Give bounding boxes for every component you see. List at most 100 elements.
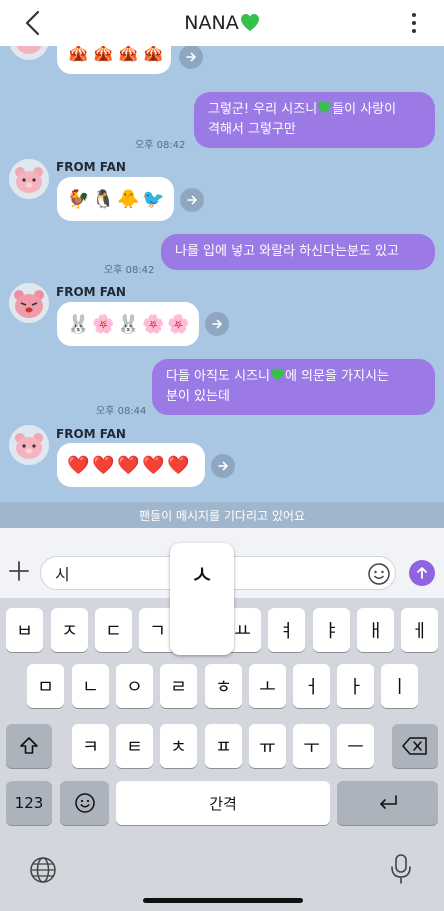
share-button[interactable] [180,188,204,212]
emoji: 🐓 [67,188,90,210]
emoji: 🎪 [67,46,90,63]
emoji: 🐰 [67,313,90,335]
key[interactable]: ㅋ [72,724,109,768]
bear-avatar-icon [9,46,49,60]
key[interactable]: ㅑ [313,608,350,652]
my-message-bubble[interactable]: 나를 입에 넣고 와랄라 하신다는분도 있고 [161,234,435,270]
sender-name: FROM FAN [56,160,126,174]
chat-area[interactable]: 🎪 🎪 🎪 🎪 오후 08:42 그렇군! 우리 시즈니 들이 사랑이 격해서 그… [0,46,444,502]
shift-icon [20,737,38,754]
key[interactable]: ㅔ [401,608,438,652]
green-heart-icon [240,14,259,31]
key[interactable]: ㅇ [116,664,153,708]
home-indicator [143,898,303,903]
key-popup: ㅅ [170,543,234,655]
fan-avatar[interactable] [9,425,49,465]
message-text: 그렇군! 우리 시즈니 [208,102,318,117]
emoji: 🐰 [117,313,140,335]
plus-icon[interactable] [8,560,30,582]
green-heart-icon [271,368,284,381]
more-vertical-icon[interactable] [410,12,418,34]
message-input-value: 시 [55,565,70,584]
emoji: 🐧 [92,188,115,210]
my-message-line: 다들 아직도 시즈니 에 의문을 가지시는 [166,367,421,387]
key[interactable]: ㄴ [72,664,109,708]
green-heart-icon [318,101,331,114]
key[interactable]: ㄷ [95,608,132,652]
chevron-left-icon[interactable] [20,9,46,37]
emoji: ❤️ [92,454,115,476]
send-arrow-icon [417,567,427,579]
microphone-icon[interactable] [389,853,413,885]
fan-message-bubble[interactable]: 🐓 🐧 🐥 🐦 [57,177,174,221]
chat-title-text: NANA [184,12,239,34]
share-button[interactable] [205,312,229,336]
emoji: ❤️ [142,454,165,476]
share-button[interactable] [179,46,203,69]
emoji: 🌸 [142,313,165,335]
key[interactable]: ㅠ [249,724,286,768]
message-text: 나를 입에 넣고 와랄라 하신다는분도 있고 [175,244,399,259]
fan-avatar[interactable] [9,159,49,199]
globe-icon[interactable] [28,855,58,885]
backspace-key[interactable] [392,724,438,768]
bear-avatar-icon [9,283,49,323]
key[interactable]: ㅁ [27,664,64,708]
key[interactable]: ㅌ [116,724,153,768]
key[interactable]: ㅕ [268,608,305,652]
emoji: 🌸 [167,313,190,335]
my-message-line: 그렇군! 우리 시즈니 들이 사랑이 [208,100,421,120]
key[interactable]: ㅂ [6,608,43,652]
chat-title: NANA [184,12,259,34]
key[interactable]: ㅊ [160,724,197,768]
message-text: 다들 아직도 시즈니 [166,369,270,384]
key[interactable]: ㅐ [357,608,394,652]
arrow-right-icon [187,195,198,205]
fan-message-bubble[interactable]: ❤️ ❤️ ❤️ ❤️ ❤️ [57,443,205,487]
sender-name: FROM FAN [56,285,126,299]
smiley-icon[interactable] [367,562,391,586]
arrow-right-icon [212,319,223,329]
backspace-icon [402,737,427,755]
emoji: ❤️ [117,454,140,476]
key[interactable]: ㅎ [205,664,242,708]
return-key[interactable] [337,781,438,825]
my-message-bubble[interactable]: 그렇군! 우리 시즈니 들이 사랑이 격해서 그렇구만 [194,92,435,148]
send-button[interactable] [409,560,435,586]
share-button[interactable] [211,454,235,478]
key[interactable]: ㄹ [160,664,197,708]
waiting-notice: 팬들이 메시지를 기다리고 있어요 [0,502,444,528]
emoji-key-icon [74,793,95,813]
key[interactable]: ㅍ [205,724,242,768]
message-text: 격해서 그렇구만 [208,122,296,137]
emoji: ❤️ [67,454,90,476]
key-popup-label: ㅅ [190,561,214,591]
fan-message-bubble[interactable]: 🎪 🎪 🎪 🎪 [57,46,171,74]
message-time: 오후 08:42 [135,140,186,151]
key[interactable]: ㅡ [337,724,374,768]
key[interactable]: ㅣ [381,664,418,708]
emoji: 🎪 [92,46,115,63]
emoji: ❤️ [167,454,190,476]
message-time: 오후 08:44 [96,406,147,417]
bear-avatar-icon [9,159,49,199]
key[interactable]: ㅓ [293,664,330,708]
fan-avatar[interactable] [9,283,49,323]
key[interactable]: ㅜ [293,724,330,768]
emoji-key[interactable] [60,781,109,825]
message-text: 들이 사랑이 [332,102,397,117]
message-text: 분이 있는데 [166,389,230,404]
key[interactable]: ㅏ [337,664,374,708]
key[interactable]: ㅈ [51,608,88,652]
numbers-key[interactable]: 123 [6,781,52,825]
sender-name: FROM FAN [56,427,126,441]
fan-message-bubble[interactable]: 🐰 🌸 🐰 🌸 🌸 [57,302,199,346]
shift-key[interactable] [6,724,52,768]
my-message-bubble[interactable]: 다들 아직도 시즈니 에 의문을 가지시는 분이 있는데 [152,359,435,415]
fan-avatar[interactable] [9,46,49,60]
key[interactable]: ㅗ [249,664,286,708]
bear-avatar-icon [9,425,49,465]
emoji: 🎪 [142,46,165,63]
emoji: 🌸 [92,313,115,335]
space-key[interactable]: 간격 [116,781,330,825]
